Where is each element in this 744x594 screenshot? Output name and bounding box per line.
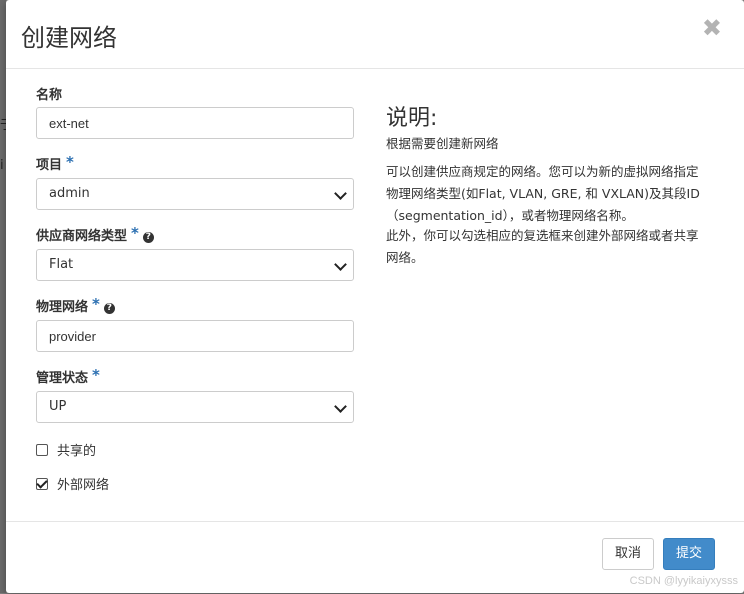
admin-state-label: 管理状态 *	[36, 366, 100, 386]
help-icon[interactable]: ?	[142, 232, 154, 243]
description-paragraph: 此外，你可以勾选相应的复选框来创建外部网络或者共享网络。	[386, 228, 699, 265]
project-select[interactable]: admin	[36, 178, 354, 210]
project-selected-value: admin	[49, 186, 90, 201]
description-paragraph: 根据需要创建新网络	[386, 136, 499, 151]
watermark: CSDN @lyyikaiyxysss	[629, 575, 738, 587]
submit-button[interactable]: 提交	[663, 538, 715, 570]
required-asterisk: *	[92, 366, 100, 384]
chevron-down-icon	[334, 258, 347, 271]
chevron-down-icon	[334, 187, 347, 200]
dialog-header: 创建网络 ✖	[6, 0, 744, 69]
required-asterisk: *	[92, 295, 100, 313]
external-network-checkbox-label: 外部网络	[57, 478, 110, 493]
close-icon[interactable]: ✖	[702, 16, 722, 40]
cancel-button[interactable]: 取消	[602, 538, 654, 570]
physical-network-input[interactable]	[36, 320, 354, 352]
provider-network-type-select[interactable]: Flat	[36, 249, 354, 281]
provider-network-type-selected-value: Flat	[49, 257, 74, 272]
provider-network-type-label: 供应商网络类型 *?	[36, 224, 154, 244]
shared-checkbox-row[interactable]: 共享的	[36, 440, 96, 459]
description-title: 说明:	[386, 106, 438, 131]
create-network-dialog: 创建网络 ✖ 名称 项目* admin 供应商网络类型*? Flat 物理网络*…	[6, 0, 744, 593]
required-asterisk: *	[66, 153, 74, 171]
shared-checkbox[interactable]	[36, 444, 48, 456]
description-paragraph: 可以创建供应商规定的网络。您可以为新的虚拟网络指定物理网络类型(如Flat, V…	[386, 164, 700, 223]
help-icon[interactable]: ?	[103, 303, 115, 314]
external-network-checkbox[interactable]	[36, 478, 48, 490]
network-name-input[interactable]	[36, 107, 354, 139]
external-network-checkbox-row[interactable]: 外部网络	[36, 474, 109, 493]
dialog-title: 创建网络	[21, 24, 117, 52]
physical-network-label: 物理网络 *?	[36, 295, 115, 315]
admin-state-select[interactable]: UP	[36, 391, 354, 423]
name-label: 名称	[36, 88, 63, 103]
chevron-down-icon	[334, 400, 347, 413]
shared-checkbox-label: 共享的	[57, 444, 97, 459]
required-asterisk: *	[131, 224, 139, 242]
admin-state-selected-value: UP	[49, 399, 67, 414]
project-label: 项目 *	[36, 153, 74, 173]
